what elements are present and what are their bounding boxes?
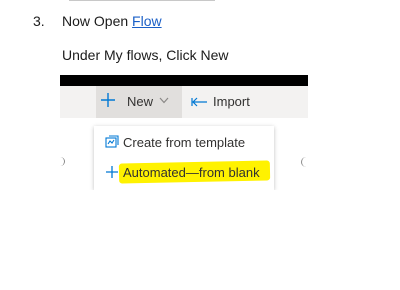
embedded-screenshot: New Import Create from template Automate… xyxy=(60,75,308,190)
template-icon xyxy=(105,135,119,148)
menu-item-automated-from-blank[interactable]: Automated—from blank xyxy=(94,160,274,187)
command-toolbar: New Import xyxy=(60,86,308,118)
flow-link[interactable]: Flow xyxy=(132,13,162,29)
import-button[interactable]: Import xyxy=(191,86,261,118)
left-panel-edge xyxy=(60,118,65,190)
plus-icon xyxy=(101,93,115,107)
right-edge-mark xyxy=(301,157,308,167)
screenshot-top-bar xyxy=(60,75,308,86)
plus-icon xyxy=(106,166,118,178)
import-button-label: Import xyxy=(213,94,250,109)
new-button-label: New xyxy=(127,94,154,109)
step-text-prefix: Now Open xyxy=(62,13,133,29)
menu-item-label: Automated—from blank xyxy=(123,165,260,180)
step-number: 3. xyxy=(33,13,45,29)
import-arrow-icon xyxy=(191,97,207,107)
previous-section-rule xyxy=(69,0,215,1)
step-text: Now Open Flow xyxy=(62,13,162,29)
chevron-down-icon xyxy=(159,97,169,104)
menu-item-create-from-template[interactable]: Create from template xyxy=(94,131,274,157)
instruction-text: Under My flows, Click New xyxy=(62,47,229,63)
new-button[interactable]: New xyxy=(96,86,182,118)
menu-item-label: Create from template xyxy=(123,135,246,150)
new-dropdown-menu: Create from template Automated—from blan… xyxy=(94,126,274,190)
